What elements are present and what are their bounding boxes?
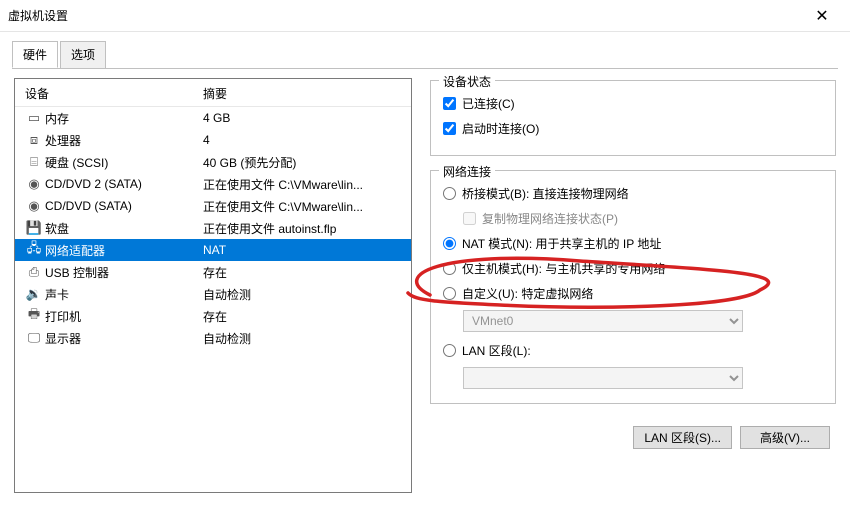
usb-icon: ⎙ <box>25 264 43 280</box>
cpu-icon: ⧈ <box>25 132 43 148</box>
device-list: 设备 摘要 ▭内存4 GB⧈处理器4⌸硬盘 (SCSI)40 GB (预先分配)… <box>14 78 412 493</box>
label-custom[interactable]: 自定义(U): 特定虚拟网络 <box>462 285 593 302</box>
radio-lanseg[interactable] <box>443 344 456 357</box>
main-area: 设备 摘要 ▭内存4 GB⧈处理器4⌸硬盘 (SCSI)40 GB (预先分配)… <box>12 68 838 493</box>
radio-custom[interactable] <box>443 287 456 300</box>
device-name: 网络适配器 <box>45 242 203 259</box>
col-summary: 摘要 <box>203 85 401 102</box>
row-hostonly: 仅主机模式(H): 与主机共享的专用网络 <box>443 260 823 277</box>
right-panel: 设备状态 已连接(C) 启动时连接(O) 网络连接 桥接模式(B): 直接连接物… <box>430 78 836 493</box>
group-device-state: 设备状态 已连接(C) 启动时连接(O) <box>430 80 836 156</box>
select-lanseg <box>463 367 743 389</box>
device-row[interactable]: 💾软盘正在使用文件 autoinst.flp <box>15 217 411 239</box>
device-row[interactable]: ◉CD/DVD 2 (SATA)正在使用文件 C:\VMware\lin... <box>15 173 411 195</box>
device-summary: 自动检测 <box>203 286 403 303</box>
col-device: 设备 <box>25 85 203 102</box>
row-custom: 自定义(U): 特定虚拟网络 <box>443 285 823 302</box>
row-connect-at-power: 启动时连接(O) <box>443 120 823 137</box>
device-name: 声卡 <box>45 286 203 303</box>
row-vmnet: VMnet0 <box>463 310 823 332</box>
device-summary: 40 GB (预先分配) <box>203 154 403 171</box>
device-row[interactable]: ⌸硬盘 (SCSI)40 GB (预先分配) <box>15 151 411 173</box>
row-lanseg: LAN 区段(L): <box>443 342 823 359</box>
device-summary: 4 GB <box>203 111 403 125</box>
device-name: 打印机 <box>45 308 203 325</box>
content-area: 硬件 选项 设备 摘要 ▭内存4 GB⧈处理器4⌸硬盘 (SCSI)40 GB … <box>0 32 850 493</box>
legend-device-state: 设备状态 <box>439 73 495 90</box>
device-name: 显示器 <box>45 330 203 347</box>
checkbox-connected[interactable] <box>443 97 456 110</box>
row-bridged: 桥接模式(B): 直接连接物理网络 <box>443 185 823 202</box>
advanced-button[interactable]: 高级(V)... <box>740 426 830 449</box>
button-row: LAN 区段(S)... 高级(V)... <box>430 418 836 449</box>
window-title: 虚拟机设置 <box>8 7 802 24</box>
titlebar: 虚拟机设置 ✕ <box>0 0 850 32</box>
label-replicate: 复制物理网络连接状态(P) <box>482 210 618 227</box>
device-name: CD/DVD 2 (SATA) <box>45 177 203 191</box>
device-row[interactable]: 🖵显示器自动检测 <box>15 327 411 349</box>
row-connected: 已连接(C) <box>443 95 823 112</box>
device-name: 内存 <box>45 110 203 127</box>
network-icon: 🖧 <box>25 242 43 258</box>
select-vmnet: VMnet0 <box>463 310 743 332</box>
label-connect-at-power[interactable]: 启动时连接(O) <box>462 120 539 137</box>
radio-hostonly[interactable] <box>443 262 456 275</box>
floppy-icon: 💾 <box>25 220 43 236</box>
device-row[interactable]: ▭内存4 GB <box>15 107 411 129</box>
sound-icon: 🔉 <box>25 286 43 302</box>
device-summary: 4 <box>203 133 403 147</box>
radio-bridged[interactable] <box>443 187 456 200</box>
device-name: 硬盘 (SCSI) <box>45 154 203 171</box>
radio-nat[interactable] <box>443 237 456 250</box>
device-row[interactable]: 🔉声卡自动检测 <box>15 283 411 305</box>
row-replicate: 复制物理网络连接状态(P) <box>463 210 823 227</box>
device-name: 处理器 <box>45 132 203 149</box>
device-name: USB 控制器 <box>45 264 203 281</box>
cd-icon: ◉ <box>25 198 43 214</box>
label-bridged[interactable]: 桥接模式(B): 直接连接物理网络 <box>462 185 629 202</box>
row-nat: NAT 模式(N): 用于共享主机的 IP 地址 <box>443 235 823 252</box>
label-hostonly[interactable]: 仅主机模式(H): 与主机共享的专用网络 <box>462 260 665 277</box>
device-name: CD/DVD (SATA) <box>45 199 203 213</box>
device-summary: 正在使用文件 C:\VMware\lin... <box>203 198 403 215</box>
lan-segments-button[interactable]: LAN 区段(S)... <box>633 426 732 449</box>
group-network: 网络连接 桥接模式(B): 直接连接物理网络 复制物理网络连接状态(P) NAT… <box>430 170 836 404</box>
device-summary: 存在 <box>203 308 403 325</box>
device-row[interactable]: 🖶打印机存在 <box>15 305 411 327</box>
label-nat[interactable]: NAT 模式(N): 用于共享主机的 IP 地址 <box>462 235 661 252</box>
legend-network: 网络连接 <box>439 163 495 180</box>
label-lanseg[interactable]: LAN 区段(L): <box>462 342 531 359</box>
tabbar: 硬件 选项 <box>12 41 838 69</box>
label-connected[interactable]: 已连接(C) <box>462 95 515 112</box>
device-row[interactable]: ⧈处理器4 <box>15 129 411 151</box>
checkbox-connect-at-power[interactable] <box>443 122 456 135</box>
device-summary: 自动检测 <box>203 330 403 347</box>
memory-icon: ▭ <box>25 110 43 126</box>
device-summary: 存在 <box>203 264 403 281</box>
tab-options[interactable]: 选项 <box>60 41 106 68</box>
device-row[interactable]: ◉CD/DVD (SATA)正在使用文件 C:\VMware\lin... <box>15 195 411 217</box>
device-summary: NAT <box>203 243 403 257</box>
device-row[interactable]: ⎙USB 控制器存在 <box>15 261 411 283</box>
device-name: 软盘 <box>45 220 203 237</box>
left-panel: 设备 摘要 ▭内存4 GB⧈处理器4⌸硬盘 (SCSI)40 GB (预先分配)… <box>14 78 412 493</box>
display-icon: 🖵 <box>25 330 43 346</box>
device-row[interactable]: 🖧网络适配器NAT <box>15 239 411 261</box>
row-lanseg-select <box>463 367 823 389</box>
disk-icon: ⌸ <box>25 154 43 170</box>
checkbox-replicate <box>463 212 476 225</box>
close-icon[interactable]: ✕ <box>802 6 842 26</box>
device-summary: 正在使用文件 C:\VMware\lin... <box>203 176 403 193</box>
tab-hardware[interactable]: 硬件 <box>12 41 58 68</box>
printer-icon: 🖶 <box>25 308 43 324</box>
device-summary: 正在使用文件 autoinst.flp <box>203 220 403 237</box>
device-list-header: 设备 摘要 <box>15 79 411 107</box>
cd-icon: ◉ <box>25 176 43 192</box>
